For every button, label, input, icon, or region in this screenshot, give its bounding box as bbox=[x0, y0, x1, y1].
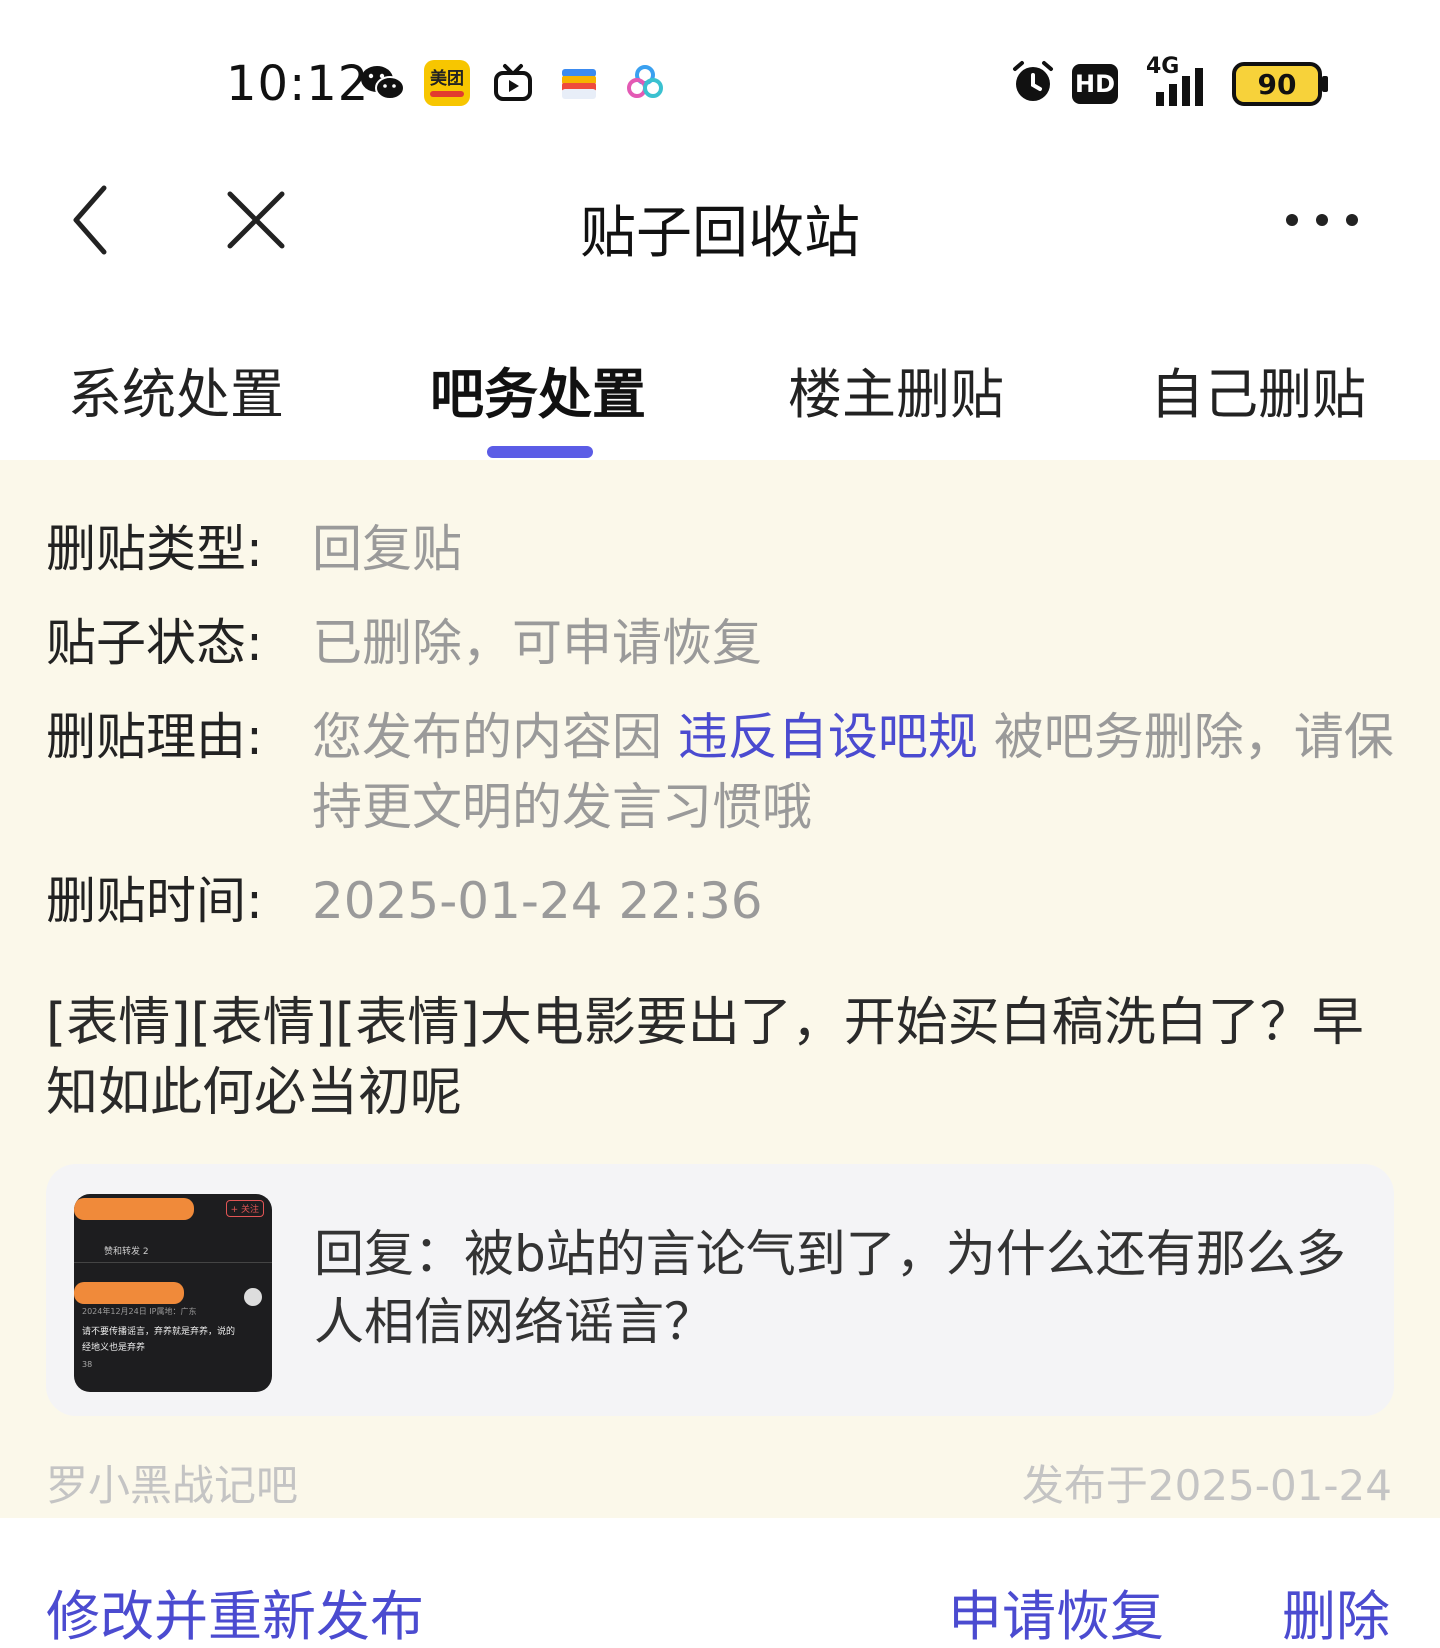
delete-button[interactable]: 删除 bbox=[1282, 1572, 1390, 1648]
quoted-thread[interactable]: + 关注 赞和转发 2 2024年12月24日 IP属地：广东 请不要传播谣言，… bbox=[46, 1164, 1394, 1416]
post-content: [表情][表情][表情]大电影要出了，开始买白稿洗白了？早知如此何必当初呢 bbox=[46, 993, 1364, 1123]
more-button[interactable] bbox=[1282, 180, 1362, 260]
thumb-likes: 38 bbox=[82, 1360, 93, 1369]
more-icon bbox=[1286, 214, 1358, 226]
delete-time-label: 删贴时间: bbox=[46, 872, 263, 930]
wallet-icon bbox=[556, 60, 602, 106]
delete-type-label: 删贴类型: bbox=[46, 520, 263, 578]
deleted-post-card: 删贴类型: 回复贴 贴子状态: 已删除，可申请恢复 删贴理由: 您发布的内容因 … bbox=[0, 460, 1440, 1518]
thumb-line1: 请不要传播谣言，弃养就是弃养，说的 bbox=[82, 1327, 236, 1337]
active-tab-indicator bbox=[487, 446, 593, 458]
thumb-follow: + 关注 bbox=[225, 1200, 264, 1217]
hd-label: HD bbox=[1074, 70, 1115, 98]
status-time: 10:12 bbox=[226, 56, 370, 112]
alarm-icon bbox=[1008, 58, 1058, 106]
meituan-label: 美团 bbox=[430, 68, 464, 89]
delete-reason-value: 您发布的内容因 违反自设吧规 被吧务删除，请保持更文明的发言习惯哦 bbox=[312, 702, 1400, 842]
delete-type-value: 回复贴 bbox=[312, 520, 462, 578]
reason-prefix: 您发布的内容因 bbox=[312, 708, 678, 766]
tab-bar: 系统处置 吧务处置 楼主删贴 自己删贴 bbox=[0, 330, 1440, 460]
network-label: 4G bbox=[1146, 54, 1180, 79]
post-status-label: 贴子状态: bbox=[46, 614, 263, 672]
wechat-icon bbox=[360, 60, 406, 106]
edit-repost-button[interactable]: 修改并重新发布 bbox=[46, 1572, 424, 1648]
meituan-icon: 美团 bbox=[424, 60, 470, 106]
quoted-thread-title: 回复：被b站的言论气到了，为什么还有那么多人相信网络谣言？ bbox=[314, 1225, 1346, 1351]
hd-icon: HD bbox=[1072, 64, 1118, 104]
request-restore-button[interactable]: 申请恢复 bbox=[948, 1572, 1164, 1648]
cloud-app-icon bbox=[622, 60, 668, 106]
post-status-value: 已删除，可申请恢复 bbox=[312, 614, 762, 672]
action-bar: 修改并重新发布 申请恢复 删除 bbox=[0, 1518, 1440, 1648]
page-title: 贴子回收站 bbox=[580, 201, 860, 266]
tab-op-deleted[interactable]: 楼主删贴 bbox=[788, 350, 1004, 429]
tab-admin-handling[interactable]: 吧务处置 bbox=[430, 350, 646, 429]
rule-link[interactable]: 违反自设吧规 bbox=[678, 708, 978, 766]
thumb-line2: 经地义也是弃养 bbox=[82, 1343, 146, 1353]
tv-icon bbox=[490, 60, 536, 106]
delete-reason-label: 删贴理由: bbox=[46, 708, 263, 766]
signal-icon: 4G bbox=[1134, 54, 1216, 106]
publish-date: 发布于2025-01-24 bbox=[1021, 1461, 1392, 1510]
forum-name[interactable]: 罗小黑战记吧 bbox=[46, 1452, 298, 1513]
thread-thumbnail: + 关注 赞和转发 2 2024年12月24日 IP属地：广东 请不要传播谣言，… bbox=[74, 1194, 272, 1392]
status-bar: 10:12 美团 HD 4G 90 bbox=[0, 0, 1440, 160]
battery-tip bbox=[1322, 76, 1328, 92]
thumb-tab: 赞和转发 2 bbox=[104, 1247, 149, 1257]
tab-system-handling[interactable]: 系统处置 bbox=[68, 350, 284, 429]
battery-level: 90 bbox=[1257, 67, 1297, 101]
tab-self-deleted[interactable]: 自己删贴 bbox=[1150, 350, 1366, 429]
thumb-date: 2024年12月24日 IP属地：广东 bbox=[82, 1307, 197, 1316]
battery-icon: 90 bbox=[1232, 62, 1322, 106]
delete-time-value: 2025-01-24 22:36 bbox=[312, 872, 763, 930]
nav-bar: 贴子回收站 bbox=[0, 160, 1440, 280]
